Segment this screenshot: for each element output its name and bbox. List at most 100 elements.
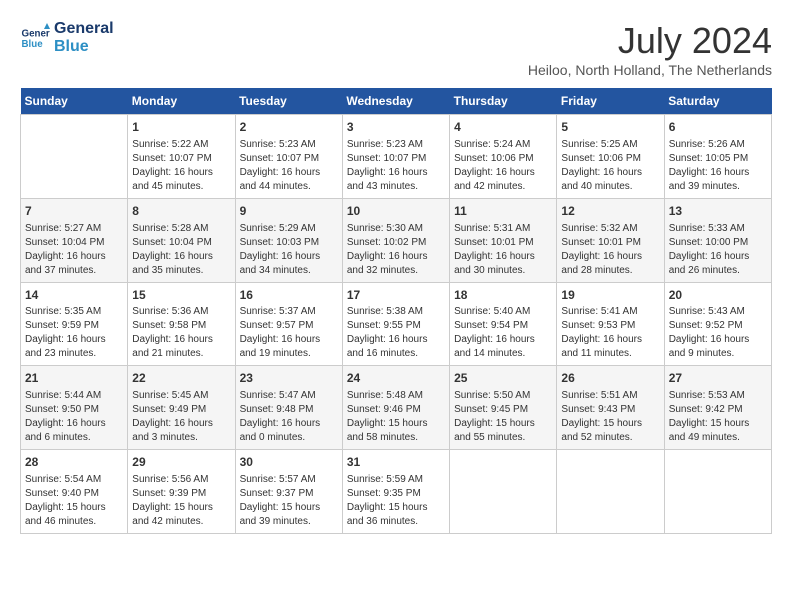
col-header-tuesday: Tuesday [235, 88, 342, 115]
day-cell: 17Sunrise: 5:38 AM Sunset: 9:55 PM Dayli… [342, 282, 449, 366]
day-info: Sunrise: 5:27 AM Sunset: 10:04 PM Daylig… [25, 222, 123, 278]
week-row-5: 28 Sunrise: 5:54 AM Sunset: 9:40 PM Dayli… [21, 450, 772, 534]
day-info: Sunrise: 5:29 AM Sunset: 10:03 PM Daylig… [240, 222, 338, 278]
day-number: 6 [669, 119, 767, 136]
day-info: Sunrise: 5:53 AM Sunset: 9:42 PM Dayligh… [669, 389, 767, 445]
col-header-thursday: Thursday [450, 88, 557, 115]
day-number: 25 [454, 370, 552, 387]
day-number: 16 [240, 287, 338, 304]
day-number: 5 [561, 119, 659, 136]
day-cell: 16Sunrise: 5:37 AM Sunset: 9:57 PM Dayli… [235, 282, 342, 366]
day-cell: 18Sunrise: 5:40 AM Sunset: 9:54 PM Dayli… [450, 282, 557, 366]
svg-text:General: General [22, 28, 51, 39]
day-number: 11 [454, 203, 552, 220]
col-header-wednesday: Wednesday [342, 88, 449, 115]
week-row-4: 21 Sunrise: 5:44 AM Sunset: 9:50 PM Dayli… [21, 366, 772, 450]
day-cell: 13 Sunrise: 5:33 AM Sunset: 10:00 PM Dayl… [664, 198, 771, 282]
day-info: Sunrise: 5:24 AM Sunset: 10:06 PM Daylig… [454, 138, 552, 194]
day-cell: 24 Sunrise: 5:48 AM Sunset: 9:46 PM Dayli… [342, 366, 449, 450]
day-number: 19 [561, 287, 659, 304]
day-number: 22 [132, 370, 230, 387]
day-info: Sunrise: 5:23 AM Sunset: 10:07 PM Daylig… [347, 138, 445, 194]
day-cell: 30Sunrise: 5:57 AM Sunset: 9:37 PM Dayli… [235, 450, 342, 534]
day-cell [450, 450, 557, 534]
day-number: 21 [25, 370, 123, 387]
day-info: Sunrise: 5:50 AM Sunset: 9:45 PM Dayligh… [454, 389, 552, 445]
day-cell [664, 450, 771, 534]
day-cell: 23 Sunrise: 5:47 AM Sunset: 9:48 PM Dayli… [235, 366, 342, 450]
day-cell: 28 Sunrise: 5:54 AM Sunset: 9:40 PM Dayli… [21, 450, 128, 534]
day-number: 2 [240, 119, 338, 136]
day-info: Sunrise: 5:56 AM Sunset: 9:39 PM Dayligh… [132, 473, 230, 529]
calendar-header-row: SundayMondayTuesdayWednesdayThursdayFrid… [21, 88, 772, 115]
day-cell: 31Sunrise: 5:59 AM Sunset: 9:35 PM Dayli… [342, 450, 449, 534]
logo-blue: Blue [54, 38, 114, 56]
day-number: 14 [25, 287, 123, 304]
day-info: Sunrise: 5:43 AM Sunset: 9:52 PM Dayligh… [669, 305, 767, 361]
day-cell: 11 Sunrise: 5:31 AM Sunset: 10:01 PM Dayl… [450, 198, 557, 282]
day-info: Sunrise: 5:31 AM Sunset: 10:01 PM Daylig… [454, 222, 552, 278]
page-header: General Blue General Blue July 2024 Heil… [20, 20, 772, 78]
col-header-monday: Monday [128, 88, 235, 115]
logo: General Blue General Blue [20, 20, 114, 55]
col-header-friday: Friday [557, 88, 664, 115]
day-info: Sunrise: 5:45 AM Sunset: 9:49 PM Dayligh… [132, 389, 230, 445]
day-info: Sunrise: 5:38 AM Sunset: 9:55 PM Dayligh… [347, 305, 445, 361]
day-info: Sunrise: 5:48 AM Sunset: 9:46 PM Dayligh… [347, 389, 445, 445]
day-info: Sunrise: 5:35 AM Sunset: 9:59 PM Dayligh… [25, 305, 123, 361]
col-header-sunday: Sunday [21, 88, 128, 115]
day-cell [557, 450, 664, 534]
logo-icon: General Blue [20, 23, 50, 53]
day-info: Sunrise: 5:41 AM Sunset: 9:53 PM Dayligh… [561, 305, 659, 361]
week-row-1: 1Sunrise: 5:22 AM Sunset: 10:07 PM Dayli… [21, 115, 772, 199]
day-number: 18 [454, 287, 552, 304]
day-info: Sunrise: 5:40 AM Sunset: 9:54 PM Dayligh… [454, 305, 552, 361]
day-number: 27 [669, 370, 767, 387]
day-cell: 27 Sunrise: 5:53 AM Sunset: 9:42 PM Dayli… [664, 366, 771, 450]
day-info: Sunrise: 5:36 AM Sunset: 9:58 PM Dayligh… [132, 305, 230, 361]
day-info: Sunrise: 5:54 AM Sunset: 9:40 PM Dayligh… [25, 473, 123, 529]
day-cell: 19Sunrise: 5:41 AM Sunset: 9:53 PM Dayli… [557, 282, 664, 366]
day-cell: 4 Sunrise: 5:24 AM Sunset: 10:06 PM Dayli… [450, 115, 557, 199]
day-number: 30 [240, 454, 338, 471]
day-cell: 22 Sunrise: 5:45 AM Sunset: 9:49 PM Dayli… [128, 366, 235, 450]
day-info: Sunrise: 5:26 AM Sunset: 10:05 PM Daylig… [669, 138, 767, 194]
week-row-3: 14Sunrise: 5:35 AM Sunset: 9:59 PM Dayli… [21, 282, 772, 366]
month-year: July 2024 [528, 20, 772, 62]
day-cell: 15Sunrise: 5:36 AM Sunset: 9:58 PM Dayli… [128, 282, 235, 366]
day-cell: 6 Sunrise: 5:26 AM Sunset: 10:05 PM Dayli… [664, 115, 771, 199]
day-cell: 1Sunrise: 5:22 AM Sunset: 10:07 PM Dayli… [128, 115, 235, 199]
day-number: 24 [347, 370, 445, 387]
day-cell: 26Sunrise: 5:51 AM Sunset: 9:43 PM Dayli… [557, 366, 664, 450]
day-cell: 2 Sunrise: 5:23 AM Sunset: 10:07 PM Dayli… [235, 115, 342, 199]
day-info: Sunrise: 5:47 AM Sunset: 9:48 PM Dayligh… [240, 389, 338, 445]
day-info: Sunrise: 5:44 AM Sunset: 9:50 PM Dayligh… [25, 389, 123, 445]
day-number: 9 [240, 203, 338, 220]
day-cell: 7 Sunrise: 5:27 AM Sunset: 10:04 PM Dayli… [21, 198, 128, 282]
day-number: 23 [240, 370, 338, 387]
day-cell [21, 115, 128, 199]
day-number: 15 [132, 287, 230, 304]
day-number: 28 [25, 454, 123, 471]
day-info: Sunrise: 5:23 AM Sunset: 10:07 PM Daylig… [240, 138, 338, 194]
day-number: 26 [561, 370, 659, 387]
day-number: 31 [347, 454, 445, 471]
day-cell: 25 Sunrise: 5:50 AM Sunset: 9:45 PM Dayli… [450, 366, 557, 450]
day-info: Sunrise: 5:22 AM Sunset: 10:07 PM Daylig… [132, 138, 230, 194]
location: Heiloo, North Holland, The Netherlands [528, 62, 772, 78]
day-cell: 20Sunrise: 5:43 AM Sunset: 9:52 PM Dayli… [664, 282, 771, 366]
col-header-saturday: Saturday [664, 88, 771, 115]
day-cell: 3Sunrise: 5:23 AM Sunset: 10:07 PM Dayli… [342, 115, 449, 199]
day-number: 12 [561, 203, 659, 220]
day-number: 4 [454, 119, 552, 136]
day-number: 17 [347, 287, 445, 304]
day-cell: 5Sunrise: 5:25 AM Sunset: 10:06 PM Dayli… [557, 115, 664, 199]
day-info: Sunrise: 5:33 AM Sunset: 10:00 PM Daylig… [669, 222, 767, 278]
day-info: Sunrise: 5:30 AM Sunset: 10:02 PM Daylig… [347, 222, 445, 278]
day-number: 10 [347, 203, 445, 220]
day-cell: 29Sunrise: 5:56 AM Sunset: 9:39 PM Dayli… [128, 450, 235, 534]
svg-text:Blue: Blue [22, 39, 44, 50]
day-number: 13 [669, 203, 767, 220]
day-cell: 14Sunrise: 5:35 AM Sunset: 9:59 PM Dayli… [21, 282, 128, 366]
day-number: 7 [25, 203, 123, 220]
